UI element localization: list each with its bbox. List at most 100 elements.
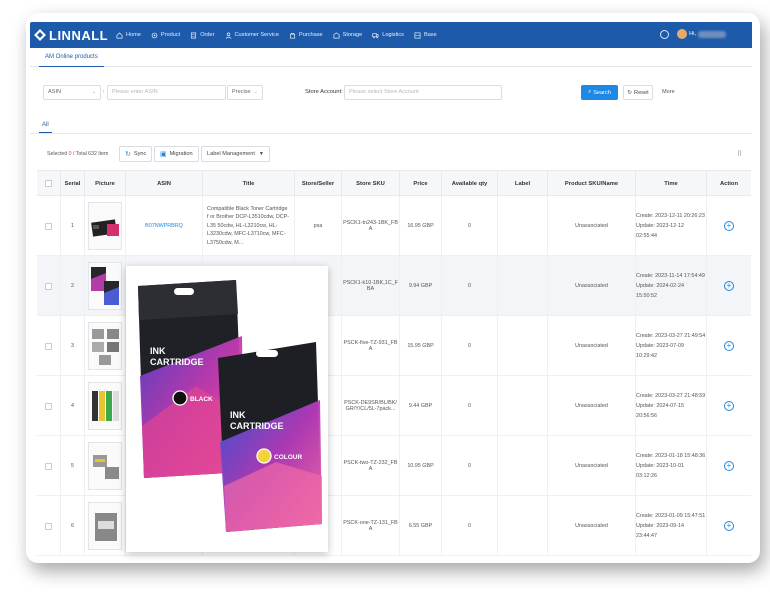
asin-link[interactable]: B07NWPRBRQ (145, 223, 183, 229)
product-thumbnail[interactable] (88, 202, 122, 250)
label-tape-image (92, 329, 119, 365)
field-colon: : (103, 89, 105, 95)
selection-summary: Selected 0 / Total 632 Item (47, 151, 108, 157)
product-sku-cell: Unassociated (548, 376, 636, 436)
plus-circle-icon[interactable]: + (724, 221, 734, 231)
page-tabbar: AM Online products (30, 48, 752, 67)
plus-circle-icon[interactable]: + (724, 461, 734, 471)
price-cell: 6.55 GBP (400, 496, 442, 556)
logo-text: LINNALL (49, 27, 109, 43)
action-cell: + (707, 436, 751, 496)
more-link[interactable]: More (662, 85, 675, 100)
table-header: Serial Picture ASIN Title Store/Seller S… (37, 170, 751, 197)
match-select[interactable]: Precise ⌄ (227, 85, 263, 100)
plus-circle-icon[interactable]: + (724, 521, 734, 531)
nav-item-purchase[interactable]: Purchase (289, 32, 323, 39)
store-account-placeholder: Please select Store Account (349, 89, 419, 95)
nav-item-base[interactable]: Base (414, 32, 437, 39)
label-cell (498, 256, 548, 316)
field-select[interactable]: ASIN ⌄ (43, 85, 101, 100)
nav-item-product[interactable]: Product (151, 32, 180, 39)
product-icon (151, 32, 158, 38)
product-thumbnail[interactable] (88, 382, 122, 430)
selected-prefix: Selected (47, 151, 68, 157)
search-button[interactable]: ⌕ Search (581, 85, 618, 100)
asin-input[interactable]: Please enter ASIN (107, 85, 226, 100)
header-time: Time (636, 171, 707, 197)
create-time: Create: 2023-01-09 15:47:51 (636, 513, 706, 519)
field-select-value: ASIN (48, 89, 62, 95)
header-product-sku: Product SKU/Name (548, 171, 636, 197)
create-time: Create: 2023-12-11 20:26:23 (636, 213, 705, 219)
nav-label: Product (160, 32, 181, 38)
product-thumbnail[interactable] (88, 442, 122, 490)
price-cell: 9.94 GBP (400, 256, 442, 316)
store-sku-cell: PSCK-five-TZ-931_FB A (342, 316, 400, 376)
row-checkbox[interactable] (45, 342, 52, 350)
row-checkbox[interactable] (45, 402, 52, 410)
update-time: Update: 2023-12-12 02:55:44 (636, 223, 684, 239)
product-thumbnail[interactable] (88, 502, 122, 550)
product-thumbnail[interactable] (88, 322, 122, 370)
store-sku-cell: PSCK1-k10-1BK,1C_F BA (342, 256, 400, 316)
picture-cell (85, 376, 126, 436)
picture-cell (85, 316, 126, 376)
price-cell: 10.95 GBP (400, 436, 442, 496)
action-cell: + (707, 496, 751, 556)
time-cell: Create: 2023-03-27 21:49:54 Update: 2023-… (636, 316, 707, 376)
store-sku-cell: PSCK-one-TZ-131_FB A (342, 496, 400, 556)
header-action: Action (719, 181, 739, 187)
time-cell: Create: 2023-03-27 21:48:59 Update: 2024-… (636, 376, 707, 436)
row-checkbox[interactable] (45, 222, 52, 230)
plus-circle-icon[interactable]: + (724, 341, 734, 351)
create-time: Create: 2023-03-27 21:49:54 (636, 333, 706, 339)
reset-button[interactable]: ↻ Reset (623, 85, 653, 100)
single-tape-image (95, 513, 117, 541)
create-time: Create: 2023-01-18 15:48:36 (636, 453, 706, 459)
create-time: Create: 2023-03-27 21:48:59 (636, 393, 706, 399)
store-account-select[interactable]: Please select Store Account (344, 85, 502, 100)
migration-button[interactable]: ▣ Migration (154, 146, 199, 162)
row-select-cell (37, 376, 61, 436)
tab-am-online-products[interactable]: AM Online products (39, 48, 104, 67)
product-sku-cell: Unassociated (548, 316, 636, 376)
nav-label: Customer Service (234, 32, 279, 38)
qty-cell: 0 (442, 256, 498, 316)
label-cell (498, 436, 548, 496)
qty-cell: 0 (442, 436, 498, 496)
nav-item-order[interactable]: Order (190, 32, 215, 39)
storage-icon (333, 31, 340, 38)
plus-circle-icon[interactable]: + (724, 401, 734, 411)
select-all-checkbox[interactable] (45, 180, 52, 187)
nav-item-home[interactable]: Home (116, 31, 141, 39)
time-cell: Create: 2023-11-14 17:54:49 Update: 2024-… (636, 256, 707, 316)
store-cell: psa (295, 196, 342, 256)
main-nav: Home Product Order Customer Service Purc… (116, 31, 447, 39)
product-thumbnail[interactable] (88, 262, 122, 310)
globe-icon[interactable] (660, 29, 670, 39)
sync-icon: ↻ (125, 151, 131, 158)
logo[interactable]: LINNALL (34, 28, 116, 43)
column-settings-icon[interactable]: ⠿ (737, 151, 744, 158)
row-checkbox[interactable] (45, 462, 52, 470)
avatar[interactable] (677, 29, 688, 39)
header-store: Store/Seller (295, 171, 342, 197)
picture-cell (85, 496, 126, 556)
row-checkbox[interactable] (45, 522, 52, 530)
nav-item-logistics[interactable]: Logistics (372, 32, 404, 39)
row-checkbox[interactable] (45, 282, 52, 290)
serial-cell: 3 (61, 316, 85, 376)
tab-all[interactable]: All (39, 117, 52, 133)
sync-button[interactable]: ↻ Sync (119, 146, 153, 162)
image-preview-popup: INK CARTRIDGE BLACK INK CARTRIDGE COLOUR (126, 266, 328, 552)
nav-item-customer-service[interactable]: Customer Service (225, 32, 279, 39)
nav-item-storage[interactable]: Storage (333, 31, 362, 39)
asin-cell: B07NWPRBRQ (126, 196, 203, 256)
tape-pair-image (93, 455, 119, 479)
plus-circle-icon[interactable]: + (724, 281, 734, 291)
qty-cell: 0 (442, 316, 498, 376)
label-cell (498, 496, 548, 556)
search-label: Search (593, 89, 611, 96)
label-management-dropdown[interactable]: Label Management ▼ (201, 146, 270, 162)
search-icon: ⌕ (588, 89, 592, 95)
